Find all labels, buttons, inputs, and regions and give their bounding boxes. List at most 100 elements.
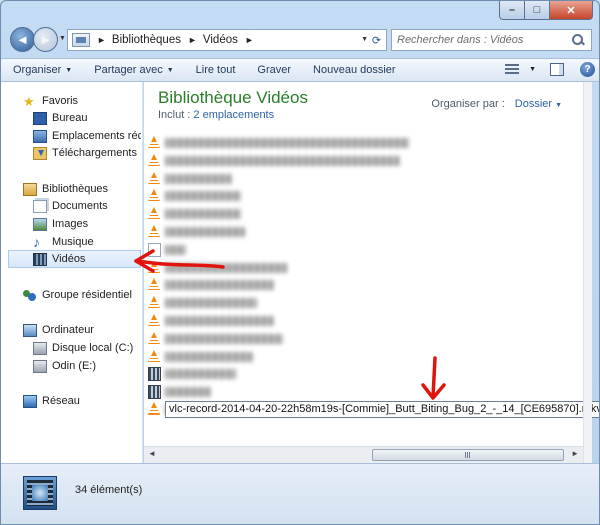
minimize-button[interactable]: – <box>499 1 525 20</box>
search-input[interactable] <box>392 34 570 46</box>
obscured-file-name <box>165 262 287 273</box>
sidebar-item-computer[interactable]: Ordinateur <box>23 321 94 339</box>
back-button[interactable]: ◄ <box>10 27 35 52</box>
view-dropdown-icon[interactable]: ▼ <box>529 66 536 73</box>
file-row[interactable] <box>148 241 568 259</box>
pictures-icon <box>33 217 47 231</box>
sidebar-label: Images <box>52 218 89 230</box>
address-dropdown-icon[interactable]: ▼ <box>361 36 368 43</box>
sidebar-item-recent-places[interactable]: Emplacements récents <box>33 127 141 145</box>
breadcrumb-videos[interactable]: Vidéos <box>203 34 238 46</box>
address-bar[interactable]: ► Bibliothèques ► Vidéos ► ▼ ⟳ <box>67 29 387 51</box>
desktop-icon <box>33 111 47 125</box>
details-pane: 34 élément(s) <box>1 463 599 524</box>
sidebar-item-desktop[interactable]: Bureau <box>33 109 87 127</box>
videos-icon <box>33 252 47 266</box>
obscured-file-name <box>165 173 232 184</box>
maximize-button[interactable]: □ <box>525 1 550 20</box>
sidebar-item-music[interactable]: Musique <box>33 233 94 251</box>
documents-icon <box>33 199 47 213</box>
obscured-file-name <box>165 316 274 326</box>
sidebar-item-favorites[interactable]: Favoris <box>23 92 78 110</box>
navigation-bar: ◄ ► ▼ ► Bibliothèques ► Vidéos ► ▼ ⟳ <box>1 25 599 57</box>
sidebar-item-images[interactable]: Images <box>33 215 88 233</box>
preview-pane-icon[interactable] <box>550 63 564 76</box>
chevron-right-icon[interactable]: ► <box>188 35 197 45</box>
homegroup-icon <box>23 289 37 302</box>
renaming-file-row[interactable]: vlc-record-2014-04-20-22h58m19s-[Commie]… <box>148 400 599 418</box>
sidebar-item-odin[interactable]: Odin (E:) <box>33 357 96 375</box>
sidebar-item-network[interactable]: Réseau <box>23 392 80 410</box>
organize-menu[interactable]: Organiser ▼ <box>9 64 76 76</box>
help-icon[interactable]: ? <box>580 62 595 77</box>
share-with-menu[interactable]: Partager avec ▼ <box>90 64 177 76</box>
play-all-button[interactable]: Lire tout <box>192 64 240 76</box>
computer-icon <box>23 323 37 337</box>
explorer-window: – □ ✕ ◄ ► ▼ ► Bibliothèques ► Vidéos ► ▼… <box>0 0 600 525</box>
caption-buttons: – □ ✕ <box>499 1 593 21</box>
scroll-right-icon[interactable]: ► <box>571 449 579 458</box>
file-row[interactable] <box>148 276 568 294</box>
vlc-icon <box>148 314 161 328</box>
file-row[interactable] <box>148 134 568 152</box>
vlc-icon <box>148 225 161 239</box>
new-folder-button[interactable]: Nouveau dossier <box>309 64 400 76</box>
file-row[interactable] <box>148 223 568 241</box>
film-icon <box>148 367 161 382</box>
file-row[interactable] <box>148 365 568 383</box>
obscured-file-name <box>165 209 241 220</box>
sidebar-label: Téléchargements <box>52 147 137 159</box>
file-row[interactable] <box>148 170 568 188</box>
burn-button[interactable]: Graver <box>253 64 295 76</box>
arrange-dropdown[interactable]: Dossier <box>515 98 552 110</box>
sidebar-label: Favoris <box>42 95 79 107</box>
history-dropdown-icon[interactable]: ▼ <box>59 35 66 42</box>
obscured-file-name <box>165 155 400 166</box>
file-row[interactable] <box>148 259 568 277</box>
search-box[interactable] <box>391 29 592 51</box>
sidebar-item-local-disk[interactable]: Disque local (C:) <box>33 339 133 357</box>
vlc-icon <box>148 136 161 150</box>
chevron-down-icon[interactable]: ▼ <box>555 102 562 109</box>
breadcrumb-libraries[interactable]: Bibliothèques <box>112 34 181 46</box>
obscured-file-name <box>165 387 211 398</box>
chevron-right-icon[interactable]: ► <box>245 35 254 45</box>
file-row[interactable] <box>148 383 568 401</box>
search-icon[interactable] <box>570 32 586 48</box>
file-row[interactable] <box>148 187 568 205</box>
sidebar-label: Odin (E:) <box>52 360 97 372</box>
obscured-file-name <box>165 138 409 148</box>
file-row[interactable] <box>148 330 568 348</box>
rename-input[interactable]: vlc-record-2014-04-20-22h58m19s-[Commie]… <box>165 400 599 418</box>
vertical-scrollbar[interactable] <box>583 82 592 463</box>
sidebar-label: Documents <box>52 200 108 212</box>
file-row[interactable] <box>148 205 568 223</box>
sidebar-item-documents[interactable]: Documents <box>33 197 108 215</box>
sidebar-item-videos[interactable]: Vidéos <box>8 250 141 268</box>
change-view-icon[interactable] <box>505 63 520 76</box>
vlc-icon <box>148 260 161 275</box>
chevron-right-icon[interactable]: ► <box>97 35 106 45</box>
sidebar-item-libraries[interactable]: Bibliothèques <box>23 180 108 198</box>
sidebar-item-homegroup[interactable]: Groupe résidentiel <box>23 286 132 304</box>
scroll-left-icon[interactable]: ◄ <box>148 449 156 458</box>
chevron-down-icon: ▼ <box>166 66 174 74</box>
file-row[interactable] <box>148 312 568 330</box>
libraries-icon <box>72 33 90 47</box>
sidebar-label: Disque local (C:) <box>52 342 134 354</box>
refresh-icon[interactable]: ⟳ <box>369 32 384 48</box>
vlc-icon <box>148 189 161 203</box>
locations-link[interactable]: 2 emplacements <box>193 109 274 121</box>
file-row[interactable] <box>148 348 568 366</box>
forward-button[interactable]: ► <box>33 27 58 52</box>
horizontal-scrollbar[interactable]: ◄ ► <box>144 446 583 463</box>
close-button[interactable]: ✕ <box>550 1 593 20</box>
file-row[interactable] <box>148 152 568 170</box>
sidebar-item-downloads[interactable]: Téléchargements <box>33 144 137 162</box>
obscured-file-name <box>165 298 257 309</box>
file-row[interactable] <box>148 294 568 312</box>
sidebar-label: Bureau <box>52 112 88 124</box>
scroll-thumb[interactable] <box>372 449 564 461</box>
sidebar-label: Groupe résidentiel <box>42 289 132 301</box>
vlc-icon <box>148 278 161 292</box>
